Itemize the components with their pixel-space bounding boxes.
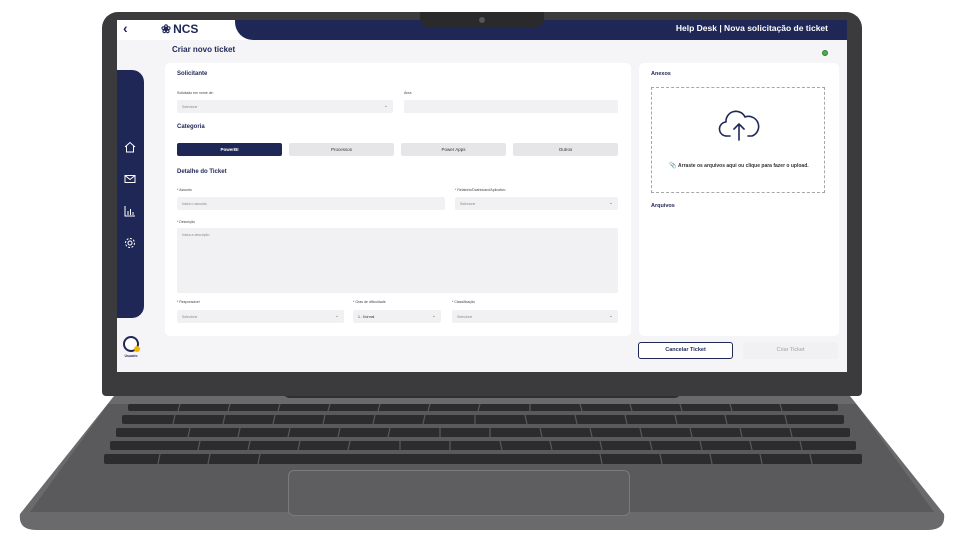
categoria-title: Categoria xyxy=(177,124,205,130)
requested-for-label: Solicitado em nome de: xyxy=(177,91,214,95)
arquivos-title: Arquivos xyxy=(651,203,675,209)
keyboard xyxy=(104,403,862,465)
header-title: Help Desk | Nova solicitação de ticket xyxy=(675,23,828,33)
responsavel-label: * Responsável xyxy=(177,300,200,304)
user-label: Usuario xyxy=(124,354,138,358)
chevron-down-icon: ⌄ xyxy=(608,200,613,206)
classificacao-select[interactable]: Selecione ⌄ xyxy=(452,310,618,323)
classificacao-value: Selecione xyxy=(457,314,473,319)
chart-icon[interactable] xyxy=(123,204,137,218)
chevron-down-icon: ⌄ xyxy=(431,313,436,319)
attachments-card: Anexos 📎 Arraste os arquivos aqui ou cli… xyxy=(639,63,839,336)
trackpad xyxy=(288,470,630,516)
mail-icon[interactable] xyxy=(123,172,137,186)
file-drop-zone[interactable]: 📎 Arraste os arquivos aqui ou clique par… xyxy=(651,87,825,193)
relatorio-select[interactable]: Selecione ⌄ xyxy=(455,197,618,210)
logo: ❀ NCS xyxy=(161,22,198,36)
page-title: Criar novo ticket xyxy=(172,45,236,54)
sidebar xyxy=(117,70,144,318)
category-powerbi-button[interactable]: PowerBI xyxy=(177,143,282,156)
grau-select[interactable]: 1 - Normal ⌄ xyxy=(353,310,441,323)
gear-icon[interactable] xyxy=(123,236,137,250)
chevron-down-icon: ⌄ xyxy=(608,313,613,319)
requested-for-value: Selecione xyxy=(182,104,198,109)
avatar[interactable] xyxy=(123,336,140,352)
grau-value: 1 - Normal xyxy=(358,314,375,319)
user-profile[interactable]: Usuario xyxy=(122,336,140,358)
relatorio-label: * Relatório/Dashboard/Aplicativo xyxy=(455,188,506,192)
chevron-down-icon: ⌄ xyxy=(334,313,339,319)
category-processos-button[interactable]: Processos xyxy=(289,143,394,156)
category-outros-button[interactable]: Outros xyxy=(513,143,618,156)
cloud-upload-icon xyxy=(718,110,760,141)
ncs-logo-icon: ❀ xyxy=(161,22,172,36)
cancel-ticket-button[interactable]: Cancelar Ticket xyxy=(638,342,733,359)
detalhe-title: Detalhe do Ticket xyxy=(177,169,227,175)
category-power-apps-button[interactable]: Power Apps xyxy=(401,143,506,156)
camera xyxy=(479,17,485,23)
chevron-down-icon: ⌄ xyxy=(383,103,388,109)
assunto-input[interactable]: Insira o assunto xyxy=(177,197,445,210)
drop-zone-text: 📎 Arraste os arquivos aqui ou clique par… xyxy=(652,162,826,169)
solicitante-title: Solicitante xyxy=(177,71,208,77)
responsavel-select[interactable]: Selecione ⌄ xyxy=(177,310,344,323)
descricao-label: * Descrição xyxy=(177,220,195,224)
screen: ‹ ❀ NCS Help Desk | Nova solicitação de … xyxy=(117,20,847,372)
drop-zone-label: Arraste os arquivos aqui ou clique para … xyxy=(678,163,809,169)
avatar-badge xyxy=(134,346,140,352)
anexos-title: Anexos xyxy=(651,71,671,77)
create-ticket-button[interactable]: Criar Ticket xyxy=(743,342,838,359)
assunto-label: * Assunto xyxy=(177,188,192,192)
chevron-left-icon[interactable]: ‹ xyxy=(123,20,128,36)
area-field[interactable] xyxy=(404,100,618,113)
laptop-scene: ‹ ❀ NCS Help Desk | Nova solicitação de … xyxy=(0,0,971,536)
area-label: Área xyxy=(404,91,412,95)
relatorio-value: Selecione xyxy=(460,201,476,206)
responsavel-value: Selecione xyxy=(182,314,198,319)
descricao-textarea[interactable]: Insira a descrição xyxy=(177,228,618,293)
classificacao-label: * Classificação xyxy=(452,300,475,304)
status-indicator xyxy=(822,50,828,56)
paperclip-icon: 📎 xyxy=(669,163,677,169)
ticket-form-card: Solicitante Solicitado em nome de: Selec… xyxy=(165,63,631,336)
home-icon[interactable] xyxy=(123,140,137,154)
requested-for-select[interactable]: Selecione ⌄ xyxy=(177,100,393,113)
logo-text: NCS xyxy=(173,22,199,36)
grau-label: * Grau de dificuldade xyxy=(353,300,386,304)
